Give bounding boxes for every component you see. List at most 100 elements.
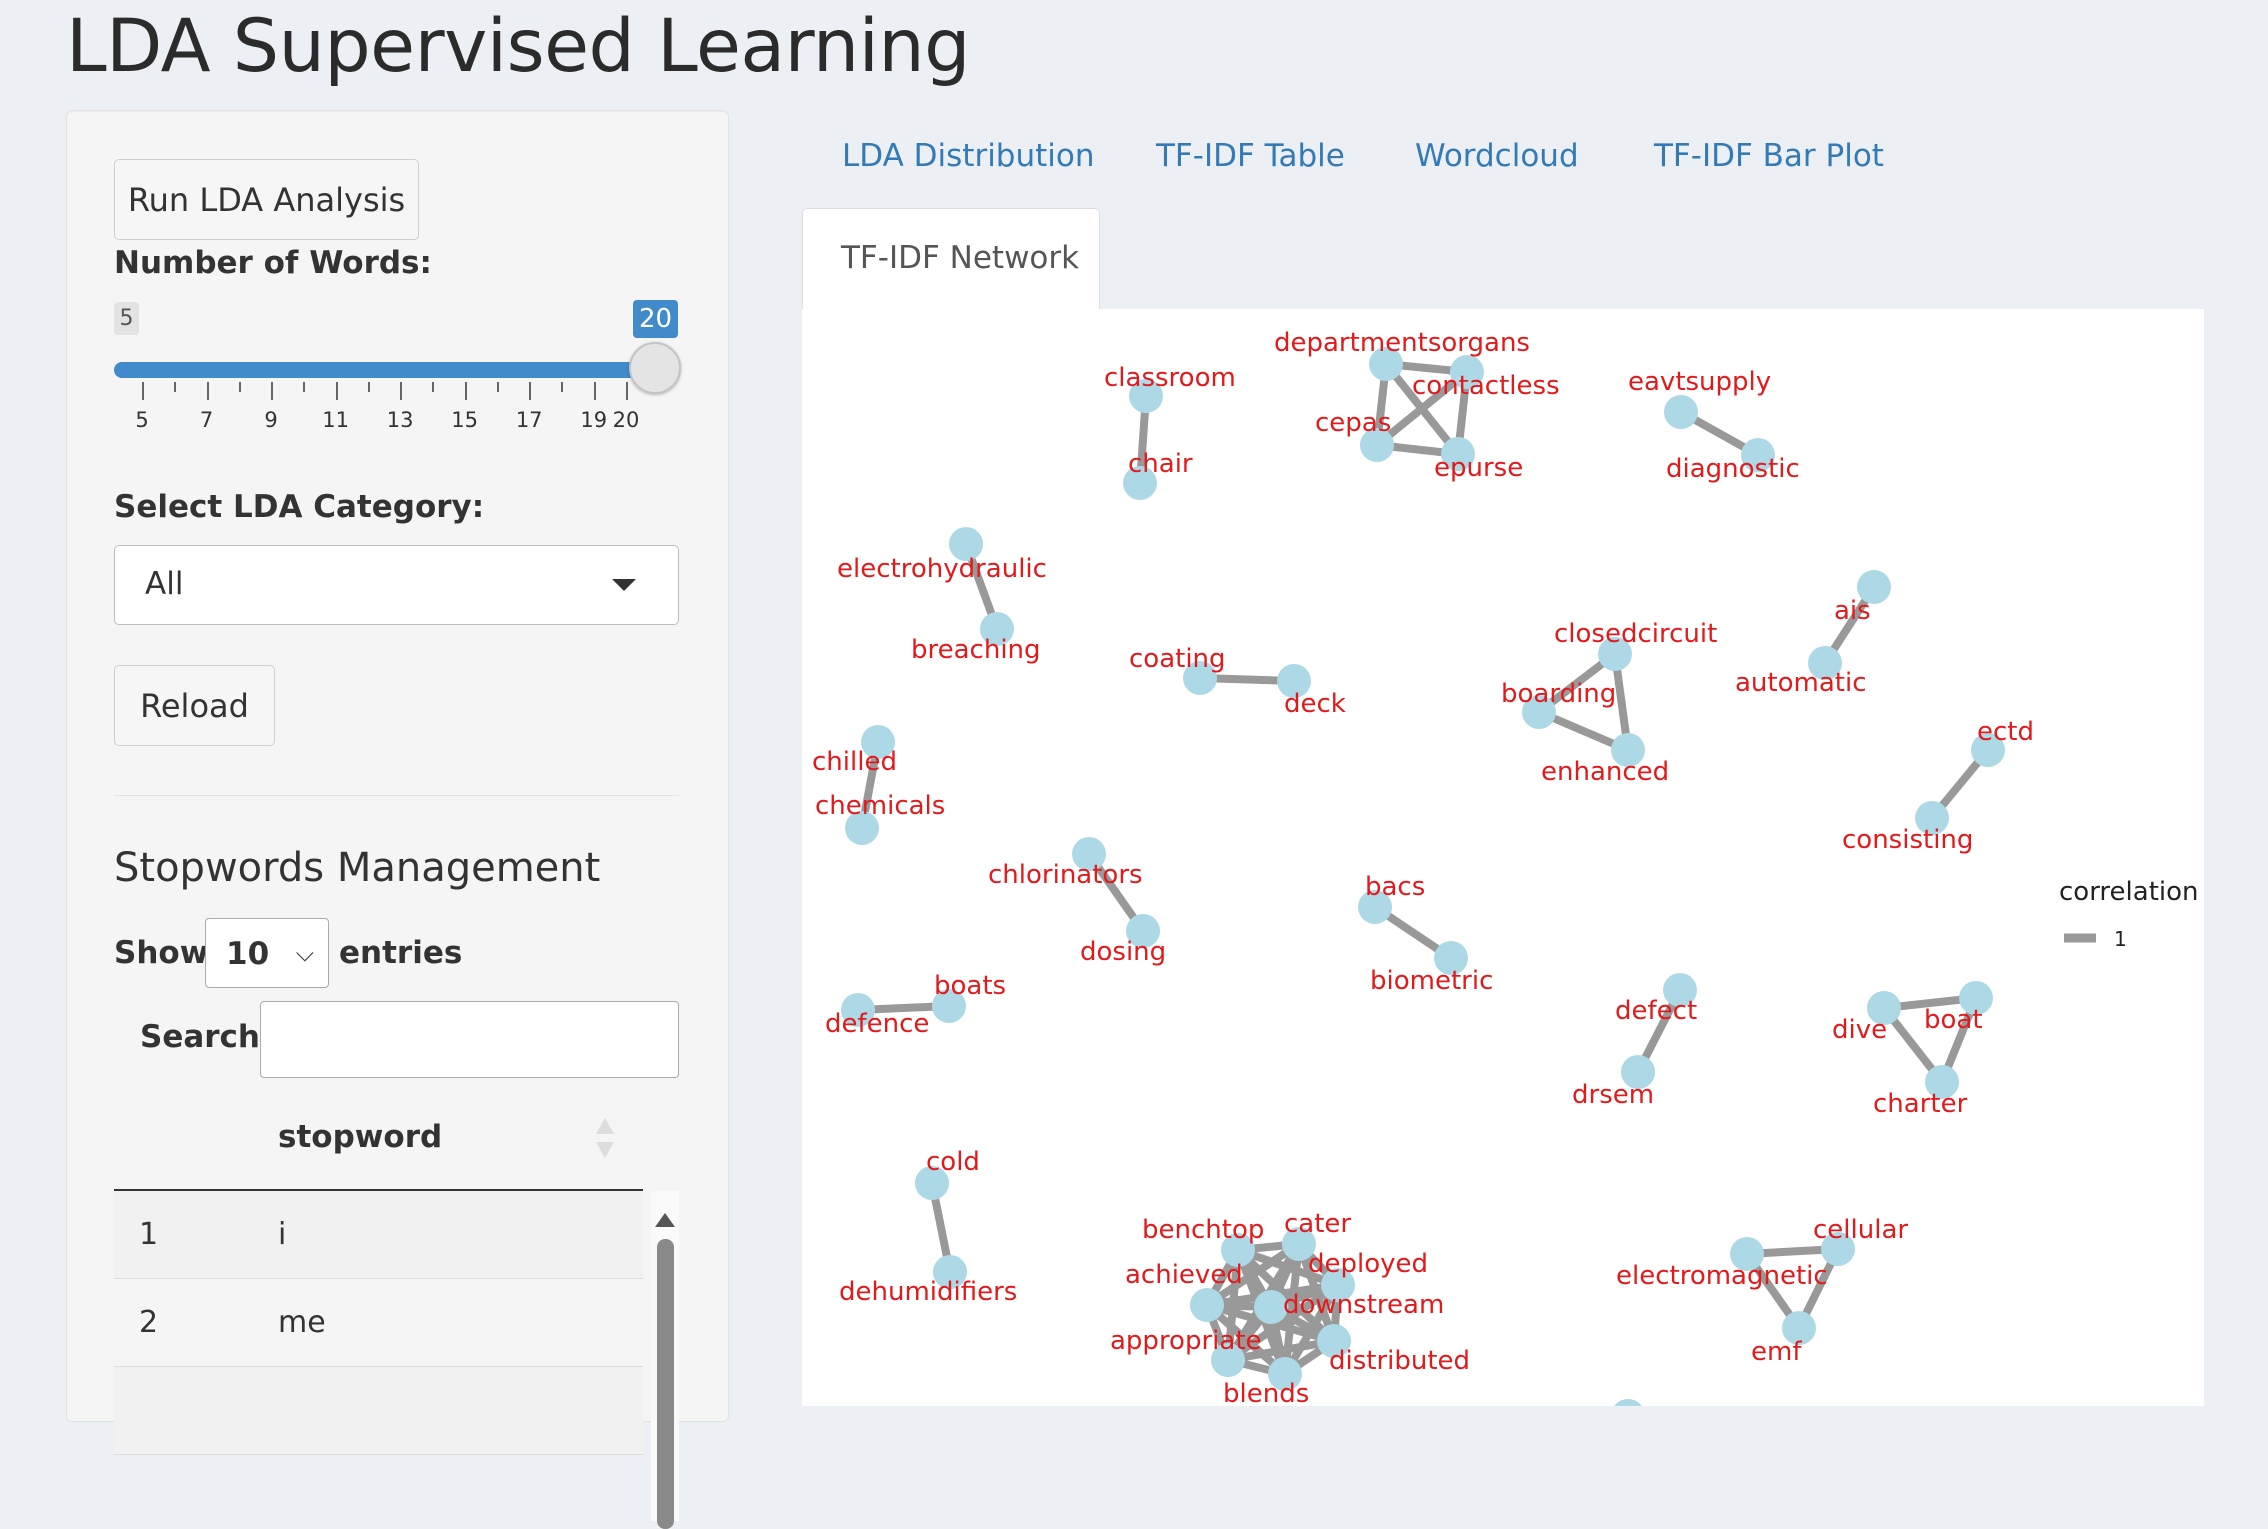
reload-button[interactable]: Reload: [114, 665, 275, 746]
network-node-label: defence: [825, 1009, 929, 1039]
stopwords-title: Stopwords Management: [114, 845, 601, 891]
network-node-label: charter: [1873, 1089, 1968, 1119]
network-node-label: boats: [934, 971, 1006, 1001]
network-node-label: dive: [1832, 1015, 1887, 1045]
network-node-label: chlorinators: [988, 860, 1143, 890]
network-node-label: dosing: [1080, 937, 1166, 967]
network-node-label: biometric: [1370, 966, 1493, 996]
slider-handle[interactable]: [629, 342, 681, 394]
slider-min-value: 5: [114, 302, 139, 335]
network-node-label: electromagnetic: [1616, 1261, 1828, 1291]
network-node-label: boarding: [1501, 679, 1616, 709]
network-node-label: classroom: [1104, 363, 1236, 393]
slider-tick: [271, 382, 274, 400]
network-graph: classroom chair departmentsorgans contactle…: [812, 328, 2199, 1433]
slider-tick-label: 17: [515, 408, 543, 432]
slider-tick-label: 11: [322, 408, 349, 432]
network-node-label: emf: [1751, 1337, 1802, 1367]
slider-tick: [142, 382, 144, 400]
scroll-up-icon[interactable]: [655, 1213, 675, 1227]
slider-tick-label: 15: [451, 408, 479, 432]
slider-tick: [206, 382, 209, 400]
slider-tick: [432, 382, 435, 392]
table-row[interactable]: 2 me: [114, 1279, 643, 1367]
tab-lda-distribution[interactable]: LDA Distribution: [842, 138, 1095, 174]
column-header-stopword[interactable]: stopword: [278, 1119, 442, 1155]
entries-select[interactable]: 10 ⌵: [205, 918, 329, 988]
network-node-label: electrohydraulic: [837, 554, 1047, 584]
run-lda-button[interactable]: Run LDA Analysis: [114, 159, 419, 240]
network-node-label: downstream: [1283, 1290, 1444, 1320]
slider-tick: [561, 382, 564, 392]
network-node-label: blends: [1223, 1379, 1309, 1406]
network-node-label: contactless: [1412, 371, 1560, 401]
network-node-label: eavtsupply: [1628, 367, 1771, 397]
network-node-label: cater: [1284, 1209, 1351, 1239]
network-node: [1611, 1399, 1645, 1433]
network-node-label: diagnostic: [1666, 454, 1800, 484]
network-node-label: chilled: [812, 747, 897, 777]
network-node-label: epurse: [1434, 453, 1523, 483]
network-node-label: consisting: [1842, 825, 1973, 855]
network-node-label: automatic: [1735, 668, 1867, 698]
row-number: 2: [139, 1305, 159, 1340]
network-node-label: dehumidifiers: [839, 1277, 1017, 1307]
divider: [114, 795, 679, 796]
scroll-thumb[interactable]: [657, 1239, 674, 1529]
network-node-label: achieved: [1125, 1260, 1243, 1290]
search-input[interactable]: [260, 1001, 679, 1078]
network-node: [1190, 1288, 1224, 1322]
slider-tick-label: 7: [199, 408, 214, 432]
slider-tick: [626, 382, 628, 400]
network-node-label: deployed: [1308, 1249, 1428, 1279]
tab-wordcloud[interactable]: Wordcloud: [1415, 138, 1579, 174]
network-node-label: deck: [1284, 689, 1346, 719]
slider-tick: [303, 382, 306, 392]
entries-value: 10: [226, 936, 270, 972]
caret-down-icon: [612, 579, 636, 591]
slider-tick-label: 20: [612, 408, 640, 432]
slider-tick-label: 9: [264, 408, 278, 432]
slider-tick: [593, 382, 596, 400]
tab-tfidf-network[interactable]: TF-IDF Network: [802, 208, 1100, 310]
tab-tfidf-network-label: TF-IDF Network: [841, 240, 1080, 276]
labels-layer: classroom chair departmentsorgans contactle…: [812, 328, 2034, 1409]
row-number: 1: [139, 1217, 159, 1252]
category-select[interactable]: All: [114, 545, 679, 625]
legend-value: 1: [2114, 927, 2127, 951]
slider-tick: [464, 382, 467, 400]
network-node-label: chair: [1128, 449, 1193, 479]
network-node-label: ectd: [1977, 717, 2034, 747]
network-node-label: distributed: [1329, 1346, 1470, 1376]
page-title: LDA Supervised Learning: [66, 4, 971, 89]
legend-title: correlation: [2059, 877, 2199, 907]
network-node-label: defect: [1615, 996, 1697, 1026]
slider-tick-label: 19: [580, 408, 608, 432]
tab-tfidf-table[interactable]: TF-IDF Table: [1156, 138, 1345, 174]
chevron-down-icon: ⌵: [295, 939, 314, 967]
category-label: Select LDA Category:: [114, 489, 485, 525]
sort-icon[interactable]: [594, 1116, 616, 1160]
network-node: [1664, 395, 1698, 429]
tab-tfidf-bar-plot[interactable]: TF-IDF Bar Plot: [1654, 138, 1884, 174]
network-node-label: appropriate: [1110, 1326, 1262, 1356]
row-stopword: i: [278, 1217, 287, 1252]
network-node-label: boat: [1924, 1005, 1983, 1035]
network-node-label: drsem: [1572, 1080, 1654, 1110]
network-node-label: bacs: [1365, 872, 1425, 902]
network-node-label: departmentsorgans: [1274, 328, 1530, 358]
tfidf-network-plot: classroom chair departmentsorgans contactle…: [802, 309, 2204, 1433]
row-stopword: me: [278, 1305, 326, 1340]
table-scrollbar[interactable]: [651, 1191, 679, 1529]
table-row[interactable]: 1 i: [114, 1191, 643, 1279]
network-node-label: coating: [1129, 644, 1226, 674]
category-selected-value: All: [145, 566, 184, 602]
network-node-label: closedcircuit: [1554, 619, 1717, 649]
show-label: Show: [114, 935, 209, 971]
table-row[interactable]: [114, 1367, 643, 1455]
network-node-label: cold: [926, 1147, 980, 1177]
number-of-words-slider[interactable]: [114, 362, 654, 378]
slider-tick-label: 5: [135, 408, 149, 432]
slider-tick: [529, 382, 532, 400]
slider-tick-label: 13: [386, 408, 414, 432]
